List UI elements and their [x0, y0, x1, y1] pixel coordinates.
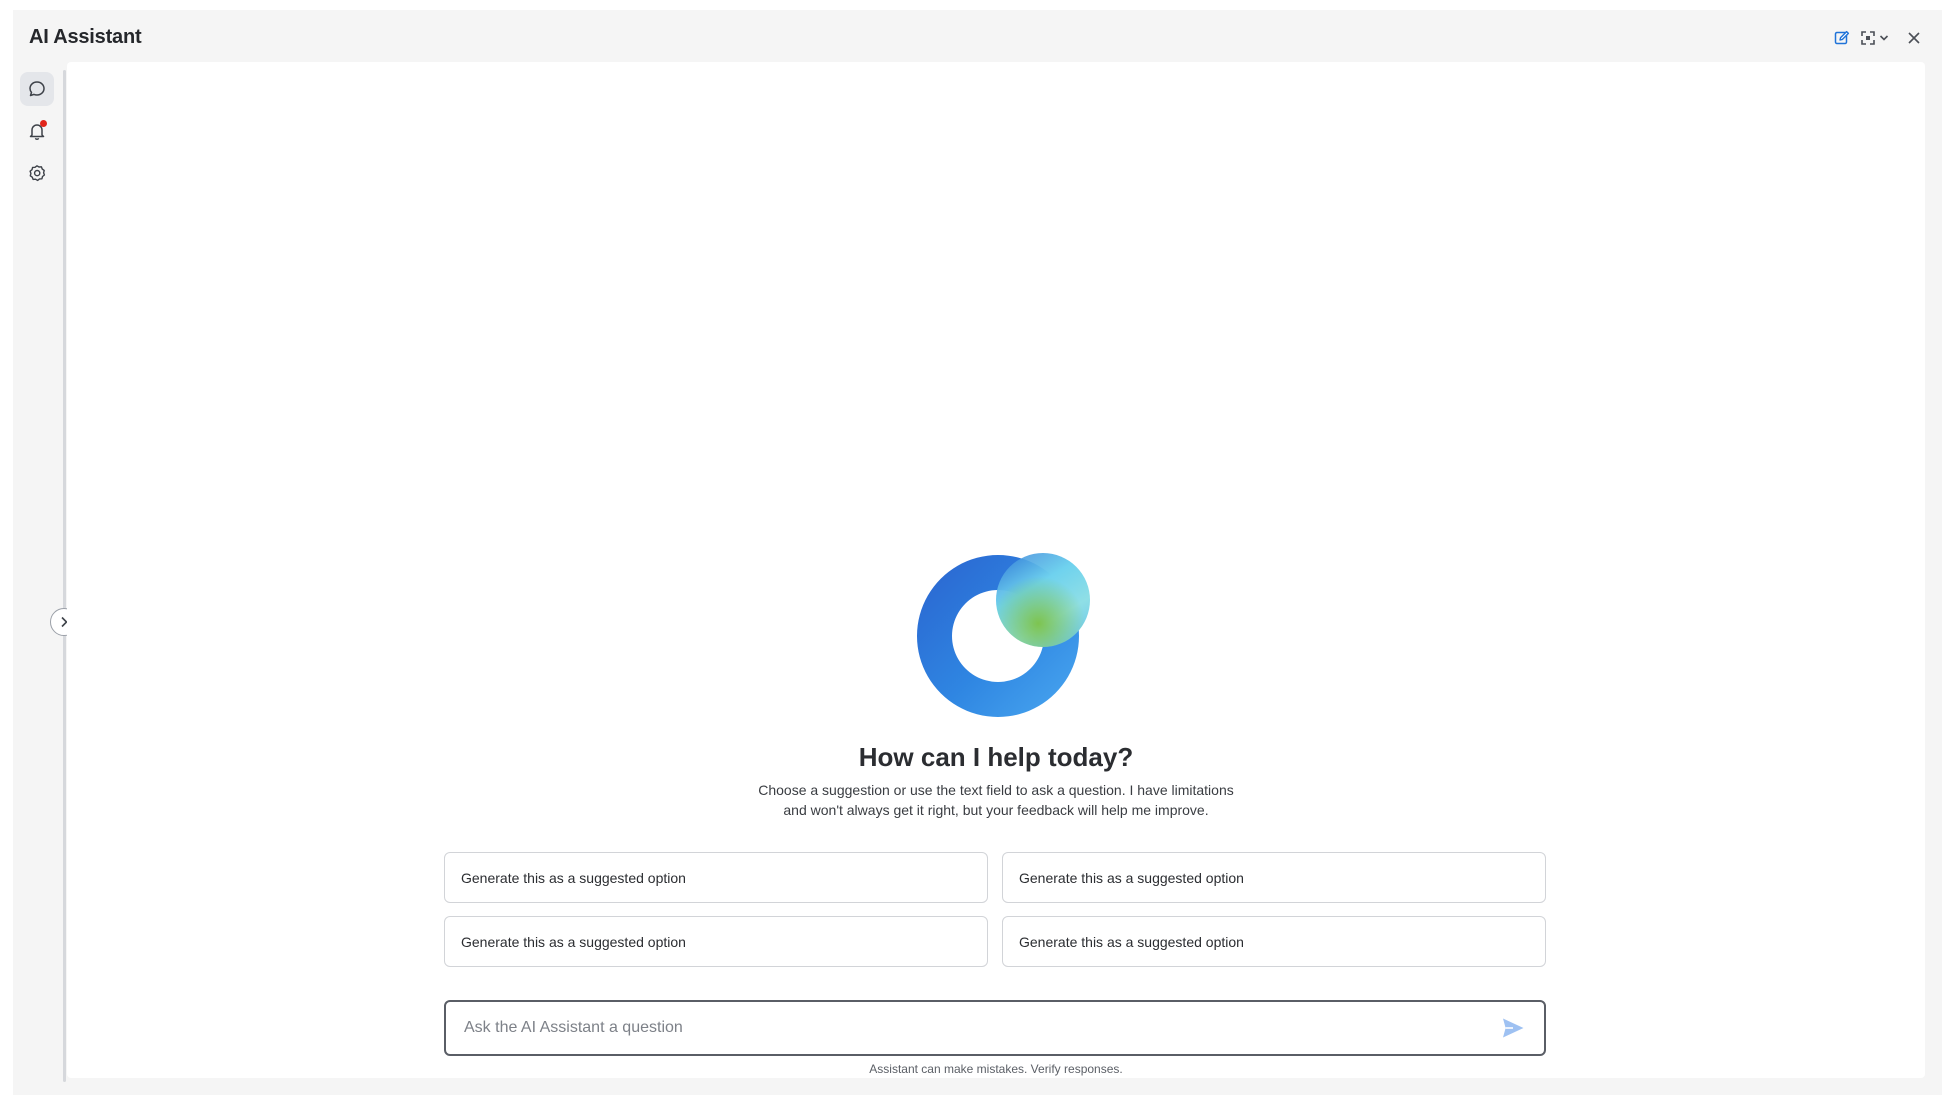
send-icon	[1503, 1018, 1524, 1038]
chat-bubble-icon	[29, 81, 45, 97]
suggestion-card[interactable]: Generate this as a suggested option	[444, 916, 988, 967]
title-bar: AI Assistant	[13, 10, 1942, 62]
notification-badge	[40, 120, 47, 127]
sidebar-divider[interactable]	[63, 70, 66, 1082]
welcome-subtext: Choose a suggestion or use the text fiel…	[676, 780, 1316, 820]
gear-icon	[29, 165, 46, 182]
ask-box	[444, 1000, 1546, 1056]
title-actions	[1828, 26, 1928, 50]
expand-menu-button[interactable]	[1856, 26, 1894, 50]
disclaimer-text: Assistant can make mistakes. Verify resp…	[869, 1062, 1123, 1076]
app-title: AI Assistant	[29, 26, 142, 48]
sidebar-item-chat[interactable]	[20, 72, 54, 106]
welcome-subtext-line: and won't always get it right, but your …	[783, 802, 1209, 818]
sidebar-item-notifications[interactable]	[20, 114, 54, 148]
close-button[interactable]	[1900, 26, 1928, 50]
chat-main-panel: How can I help today? Choose a suggestio…	[67, 62, 1925, 1078]
chevron-down-icon	[1879, 35, 1889, 41]
send-button[interactable]	[1500, 1016, 1526, 1040]
close-icon	[1908, 32, 1920, 44]
edit-icon	[1834, 30, 1850, 45]
assistant-logo	[916, 553, 1090, 717]
expand-icon	[1861, 31, 1875, 45]
suggestion-card[interactable]: Generate this as a suggested option	[1002, 852, 1546, 903]
welcome-heading: How can I help today?	[858, 742, 1134, 772]
suggestion-card[interactable]: Generate this as a suggested option	[1002, 916, 1546, 967]
welcome-subtext-line: Choose a suggestion or use the text fiel…	[758, 782, 1234, 798]
new-chat-button[interactable]	[1828, 26, 1856, 50]
question-input[interactable]	[464, 1002, 1464, 1054]
sidebar-item-settings[interactable]	[20, 156, 54, 190]
sidebar	[13, 62, 78, 1087]
suggestion-card[interactable]: Generate this as a suggested option	[444, 852, 988, 903]
assistant-window: AI Assistant How can I help today? Choos…	[13, 10, 1942, 1095]
suggestion-grid: Generate this as a suggested option Gene…	[444, 852, 1546, 967]
